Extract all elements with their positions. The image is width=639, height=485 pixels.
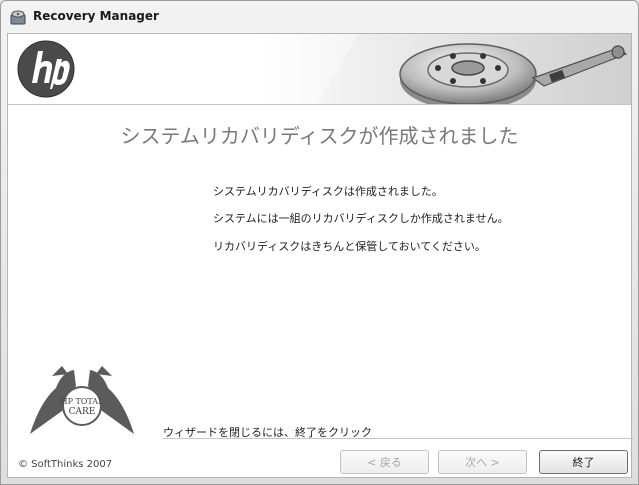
message-line-3: リカバリディスクはきちんと保管しておいてください。 [213, 240, 486, 253]
copyright: © SoftThinks 2007 [18, 459, 113, 470]
hp-total-care-logo: HP TOTAL CARE [30, 366, 134, 434]
message-line-1: システムリカバリディスクは作成されました。 [213, 185, 443, 198]
wizard-page: システムリカバリディスクが作成されました システムリカバリディスクは作成されまし… [7, 33, 633, 478]
finish-button[interactable]: 終了 [539, 450, 628, 474]
message-line-2: システムには一組のリカバリディスクしか作成されません。 [213, 212, 509, 225]
divider [163, 438, 633, 439]
care-logo-line-1: HP TOTAL [61, 397, 104, 406]
page-title: システムリカバリディスクが作成されました [120, 124, 519, 148]
banner [8, 34, 631, 105]
window-title: Recovery Manager [33, 9, 159, 23]
back-button[interactable]: < 戻る [340, 450, 429, 474]
care-logo-line-2: CARE [69, 407, 96, 417]
recovery-manager-window: Recovery Manager システムリカバリディスクが作成されました シス… [0, 0, 639, 485]
next-button[interactable]: 次へ > [438, 450, 527, 474]
recovery-manager-icon [10, 10, 26, 25]
hard-disk-drive-illustration [318, 34, 631, 104]
hp-logo [17, 40, 75, 98]
title-bar[interactable]: Recovery Manager [1, 1, 638, 33]
